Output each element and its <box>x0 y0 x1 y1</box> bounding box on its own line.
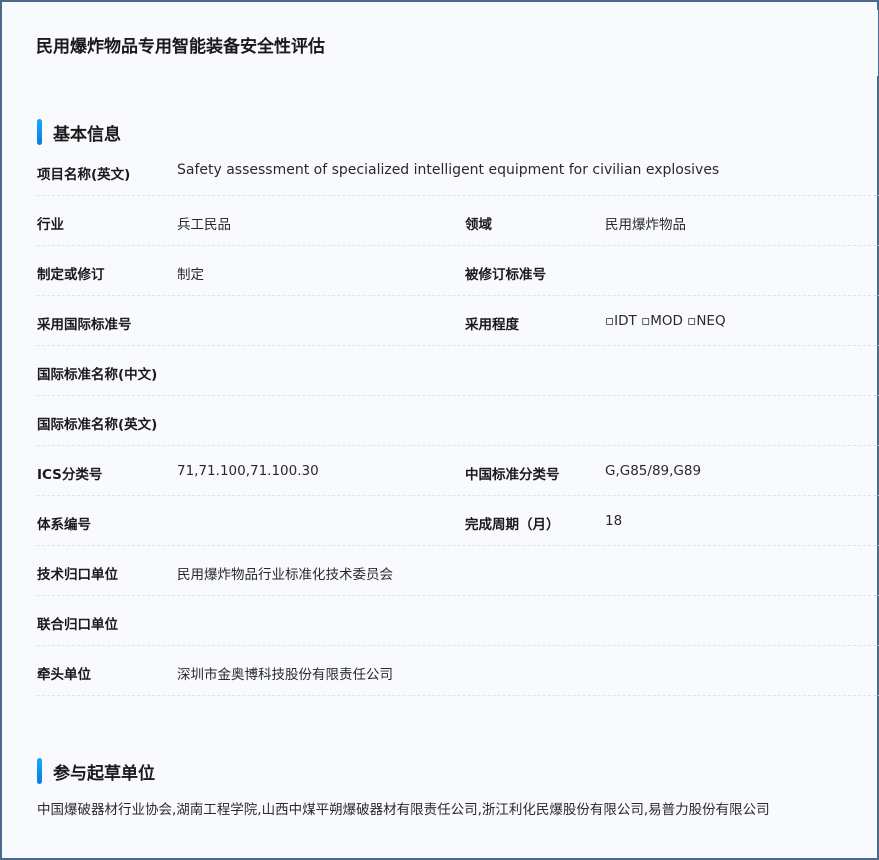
ccs-label: 中国标准分类号 <box>465 467 560 483</box>
drafting-heading: 参与起草单位 <box>53 763 155 784</box>
revised-std-no-label: 被修订标准号 <box>465 267 546 283</box>
intl-std-name-en-label: 国际标准名称(英文) <box>37 417 158 433</box>
intl-std-no-label: 采用国际标准号 <box>37 317 132 333</box>
formulate-label: 制定或修订 <box>37 267 105 283</box>
ccs-value: G,G85/89,G89 <box>605 463 702 479</box>
industry-label: 行业 <box>37 217 64 233</box>
ics-label: ICS分类号 <box>37 467 103 483</box>
row-intl-std-name-en: 国际标准名称(英文) <box>37 396 879 446</box>
ics-value: 71,71.100,71.100.30 <box>177 463 319 479</box>
lead-unit-label: 牵头单位 <box>37 667 91 683</box>
adoption-degree-label: 采用程度 <box>465 317 519 333</box>
field-value: 民用爆炸物品 <box>605 217 686 233</box>
drafting-units: 中国爆破器材行业协会,湖南工程学院,山西中煤平朔爆破器材有限责任公司,浙江利化民… <box>37 802 770 818</box>
row-intl-std-no: 采用国际标准号 采用程度 ▫IDT ▫MOD ▫NEQ <box>37 296 879 346</box>
row-joint-unit: 联合归口单位 <box>37 596 879 646</box>
row-formulate: 制定或修订 制定 被修订标准号 <box>37 246 879 296</box>
tech-unit-label: 技术归口单位 <box>37 567 118 583</box>
field-label: 领域 <box>465 217 492 233</box>
page-title: 民用爆炸物品专用智能装备安全性评估 <box>36 37 325 57</box>
basic-info-header: 基本信息 <box>37 119 121 145</box>
system-no-label: 体系编号 <box>37 517 91 533</box>
project-name-en-value: Safety assessment of specialized intelli… <box>177 162 720 178</box>
industry-value: 兵工民品 <box>177 217 231 233</box>
row-ics: ICS分类号 71,71.100,71.100.30 中国标准分类号 G,G85… <box>37 446 879 496</box>
formulate-value: 制定 <box>177 267 204 283</box>
section-accent-bar <box>37 758 42 784</box>
section-accent-bar <box>37 119 42 145</box>
row-tech-unit: 技术归口单位 民用爆炸物品行业标准化技术委员会 <box>37 546 879 596</box>
cycle-label: 完成周期（月） <box>465 517 560 533</box>
row-intl-std-name-cn: 国际标准名称(中文) <box>37 346 879 396</box>
row-project-name-en: 项目名称(英文) Safety assessment of specialize… <box>37 146 879 196</box>
row-system-no: 体系编号 完成周期（月） 18 <box>37 496 879 546</box>
cycle-value: 18 <box>605 513 623 529</box>
page-frame: 民用爆炸物品专用智能装备安全性评估 基本信息 项目名称(英文) Safety a… <box>0 0 879 860</box>
basic-info-heading: 基本信息 <box>53 124 121 145</box>
basic-info-table: 项目名称(英文) Safety assessment of specialize… <box>37 146 879 696</box>
project-name-en-label: 项目名称(英文) <box>37 167 131 183</box>
drafting-header: 参与起草单位 <box>37 758 155 784</box>
tech-unit-value: 民用爆炸物品行业标准化技术委员会 <box>177 567 393 583</box>
lead-unit-value: 深圳市金奥博科技股份有限责任公司 <box>177 667 393 683</box>
joint-unit-label: 联合归口单位 <box>37 617 118 633</box>
row-lead-unit: 牵头单位 深圳市金奥博科技股份有限责任公司 <box>37 646 879 696</box>
adoption-degree-value: ▫IDT ▫MOD ▫NEQ <box>605 313 726 329</box>
row-industry-field: 行业 兵工民品 领域 民用爆炸物品 <box>37 196 879 246</box>
intl-std-name-cn-label: 国际标准名称(中文) <box>37 367 158 383</box>
title-card: 民用爆炸物品专用智能装备安全性评估 <box>18 10 878 76</box>
